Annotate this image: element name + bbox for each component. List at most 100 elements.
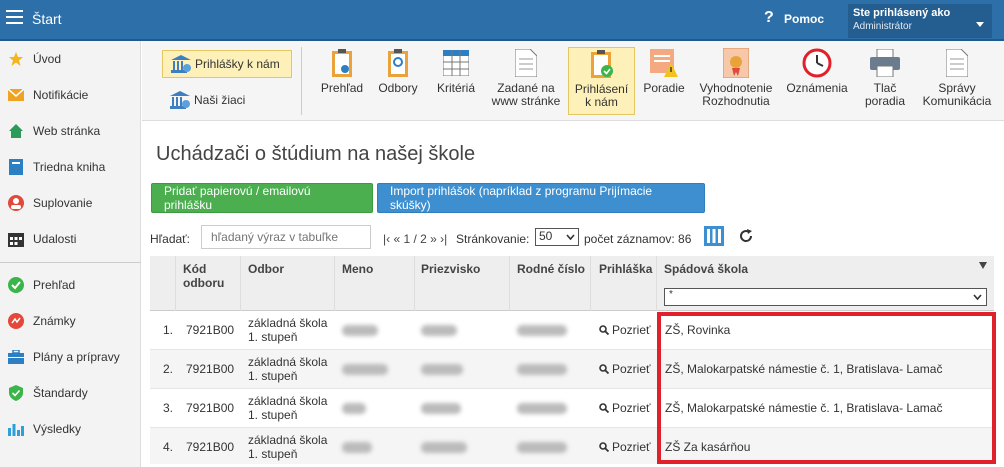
sidebar-item-label: Výsledky [33, 422, 82, 436]
star-icon [8, 51, 24, 67]
book-icon [8, 159, 24, 175]
sidebar-item-label: Udalosti [33, 232, 77, 246]
tool-prehlad[interactable]: Prehľad [316, 47, 368, 115]
tool-zadane-na-www[interactable]: Zadané na www stránke [488, 47, 564, 115]
table-row[interactable]: 4. 7921B00 základná škola 1. stupeň Pozri… [150, 428, 994, 464]
search-icon [599, 442, 609, 452]
tool-oznamenia[interactable]: Oznámenia [784, 47, 850, 115]
ribbon-toolbar: Prihlášky k nám Naši žiaci Prehľad Odbor… [142, 41, 1004, 121]
tool-odbory[interactable]: Odbory [375, 47, 421, 115]
sidebar-item-standardy[interactable]: Štandardy [0, 378, 141, 408]
page-title: Uchádzači o štúdium na našej škole [156, 143, 476, 165]
envelope-icon [8, 87, 24, 103]
view-application-link[interactable]: Pozrieť [599, 401, 651, 415]
redacted-name [342, 364, 388, 375]
sidebar-item-label: Plány a prípravy [33, 350, 120, 364]
top-bar: Štart ? Pomoc Ste prihlásený ako Adminis… [0, 0, 1004, 41]
sidebar-item-vysledky[interactable]: Výsledky [0, 414, 141, 444]
tab-nasi-ziaci[interactable]: Naši žiaci [162, 86, 292, 114]
user-swap-icon [8, 195, 24, 211]
document-icon [942, 47, 972, 79]
header-meno[interactable]: Meno [342, 262, 373, 276]
tool-spravy-komunikacia[interactable]: Správy Komunikácia [916, 47, 998, 115]
header-odbor[interactable]: Odbor [248, 262, 284, 276]
tool-tlac-poradia[interactable]: Tlač poradia [859, 47, 911, 115]
chevron-down-icon [566, 234, 575, 241]
page-size-select[interactable]: 50 [535, 228, 579, 246]
import-applications-button[interactable]: Import prihlášok (napríklad z programu P… [377, 183, 705, 213]
header-rodne-cislo[interactable]: Rodné číslo [517, 262, 585, 276]
header-kod-odboru[interactable]: Kód odboru [183, 262, 224, 290]
header-spadova-skola[interactable]: Spádová škola [664, 262, 748, 276]
sidebar-item-label: Notifikácie [33, 88, 89, 102]
sidebar-item-znamky[interactable]: Známky [0, 306, 141, 336]
view-application-link[interactable]: Pozrieť [599, 362, 651, 376]
sidebar-item-plany[interactable]: Plány a prípravy [0, 342, 141, 372]
sidebar-item-prehlad[interactable]: Prehľad [0, 270, 141, 300]
record-count: počet záznamov: 86 [584, 232, 692, 246]
search-input[interactable] [201, 225, 371, 249]
sidebar-item-web[interactable]: Web stránka [0, 116, 141, 146]
help-link[interactable]: Pomoc [784, 12, 824, 26]
columns-icon[interactable] [704, 226, 724, 246]
tab-prihlasky-k-nam[interactable]: Prihlášky k nám [162, 50, 292, 78]
grade-icon [8, 313, 24, 329]
header-prihlaska[interactable]: Prihláška [599, 262, 652, 276]
tool-prihlaseni-k-nam[interactable]: Prihlásení k nám [568, 47, 635, 115]
certificate-icon [721, 47, 751, 79]
spadova-skola-cell: ZŠ Za kasárňou [665, 440, 751, 454]
redacted-surname [421, 442, 467, 453]
main-content: Uchádzači o štúdium na našej škole Prida… [142, 121, 1004, 467]
hamburger-menu-icon[interactable] [6, 10, 23, 24]
table-header: Kód odboru Odbor Meno Priezvisko Rodné čí… [150, 256, 994, 311]
add-application-button[interactable]: Pridať papierovú / emailovú prihlášku [151, 183, 373, 213]
sidebar-item-uvod[interactable]: Úvod [0, 44, 141, 74]
redacted-name [342, 442, 372, 453]
search-icon [599, 364, 609, 374]
view-application-link[interactable]: Pozrieť [599, 440, 651, 454]
redacted-name [342, 403, 366, 414]
table-row[interactable]: 3. 7921B00 základná škola 1. stupeň Pozri… [150, 389, 994, 428]
table-row[interactable]: 2. 7921B00 základná škola 1. stupeň Pozri… [150, 350, 994, 389]
sidebar-item-label: Triedna kniha [33, 160, 106, 174]
check-circle-icon [8, 277, 24, 293]
redacted-name [342, 325, 378, 336]
sidebar-item-label: Úvod [33, 52, 62, 66]
shield-check-icon [8, 385, 24, 401]
pagination-controls[interactable]: |‹ « 1 / 2 » ›| [383, 232, 447, 246]
tool-vyhodnotenie[interactable]: Vyhodnotenie Rozhodnutia [696, 47, 776, 115]
sort-down-icon[interactable] [979, 262, 987, 269]
header-priezvisko[interactable]: Priezvisko [421, 262, 480, 276]
sidebar-item-label: Prehľad [33, 278, 76, 292]
search-icon [599, 325, 609, 335]
sidebar-item-triedna-kniha[interactable]: Triedna kniha [0, 152, 141, 182]
spadova-skola-cell: ZŠ, Malokarpatské námestie č. 1, Bratisl… [665, 401, 943, 415]
house-icon [8, 123, 24, 139]
sidebar-item-udalosti[interactable]: Udalosti [0, 224, 141, 254]
redacted-surname [421, 403, 461, 414]
user-status-label: Ste prihlásený ako [853, 7, 951, 19]
clock-icon [802, 47, 832, 79]
user-menu[interactable]: Ste prihlásený ako Administrátor [848, 4, 992, 38]
clipboard-eye-icon [327, 47, 357, 79]
user-role: Administrátor [853, 21, 912, 32]
sidebar-item-label: Web stránka [33, 124, 101, 138]
sidebar-item-label: Suplovanie [33, 196, 93, 210]
app-title[interactable]: Štart [32, 11, 62, 27]
help-icon[interactable]: ? [764, 9, 774, 27]
bar-chart-icon [8, 421, 24, 437]
school-icon [170, 91, 190, 109]
clipboard-check-icon [587, 48, 617, 80]
redacted-birth-number [517, 364, 567, 375]
sidebar-item-notifikacie[interactable]: Notifikácie [0, 80, 141, 110]
tool-poradie[interactable]: Poradie [641, 47, 687, 115]
sidebar-item-suplovanie[interactable]: Suplovanie [0, 188, 141, 218]
table-row[interactable]: 1. 7921B00 základná škola 1. stupeň Pozri… [150, 311, 994, 350]
view-application-link[interactable]: Pozrieť [599, 323, 651, 337]
refresh-icon[interactable] [739, 229, 753, 243]
tool-kriteria[interactable]: Kritériá [431, 47, 481, 115]
school-icon [171, 55, 191, 73]
spadova-filter-select[interactable]: * [664, 288, 987, 306]
pagination-label: Stránkovanie: [456, 232, 530, 246]
redacted-birth-number [517, 403, 567, 414]
